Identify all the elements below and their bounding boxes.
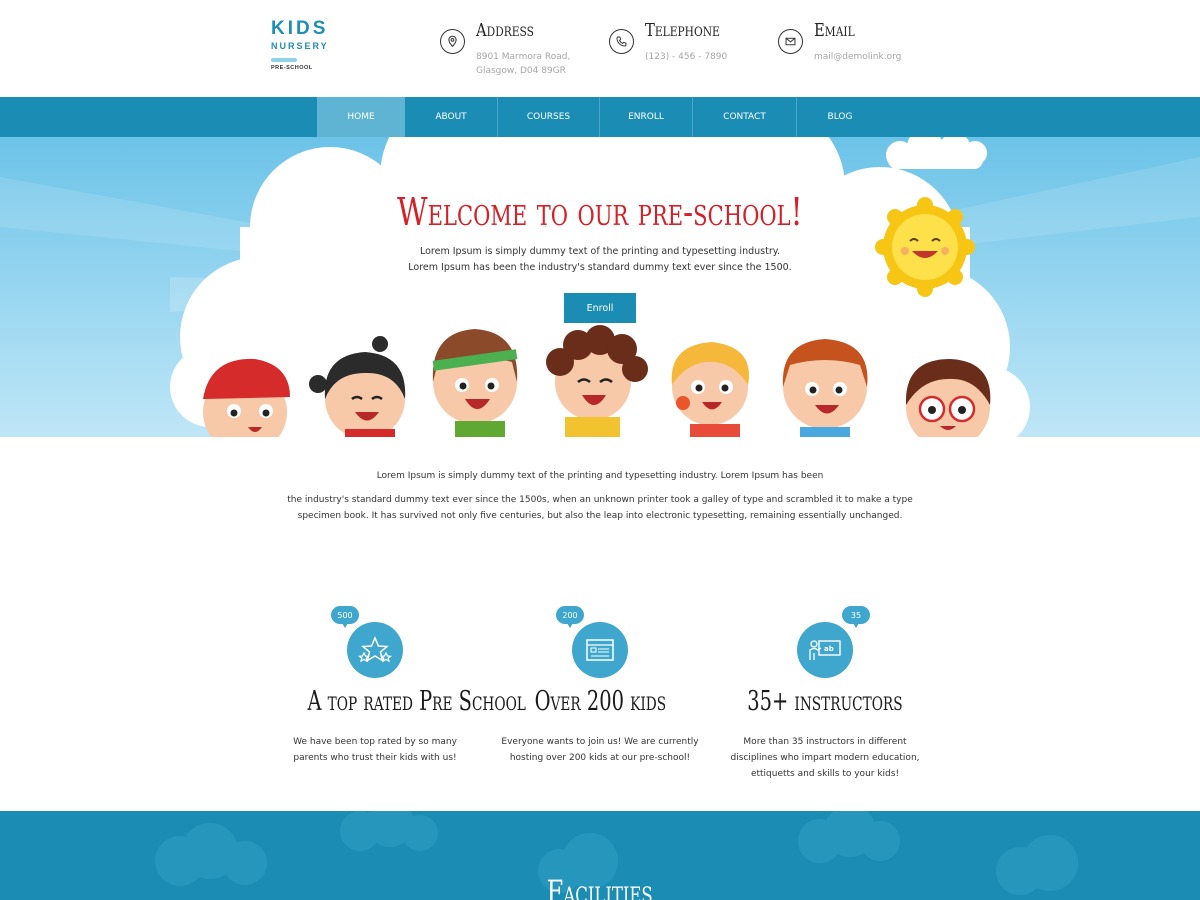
logo-nursery: NURSERY xyxy=(271,41,329,51)
intro-section: Lorem Ipsum is simply dummy text of the … xyxy=(0,468,1200,524)
logo-kids: KIDS xyxy=(271,18,329,39)
feature-count-badge: 200 xyxy=(556,606,584,628)
facilities-section: Facilities xyxy=(0,811,1200,900)
hero-title-text: Welcome to our pre-school! xyxy=(397,190,803,234)
intro-paragraph-1: Lorem Ipsum is simply dummy text of the … xyxy=(376,471,824,481)
hero-line-1: Lorem Ipsum is simply dummy text of the … xyxy=(419,246,781,257)
enroll-button[interactable]: Enroll xyxy=(564,293,636,323)
feature-title: 35+ instructors xyxy=(715,686,935,717)
facilities-title-text: Facilities xyxy=(546,873,654,900)
phone-number[interactable]: (123) - 456 - 7890 xyxy=(645,50,727,64)
feature-title: Over 200 kids xyxy=(490,686,710,717)
hero-description: Lorem Ipsum is simply dummy text of the … xyxy=(0,244,1200,276)
hero-line-2: Lorem Ipsum has been the industry's stan… xyxy=(408,262,792,273)
teacher-icon: ab xyxy=(797,622,853,678)
feature-title-text: 35+ instructors xyxy=(747,686,903,717)
logo-underline xyxy=(271,58,297,62)
contact-detail: 8901 Marmora Road, Glasgow, D04 89GR xyxy=(476,50,570,78)
contact-title: Address xyxy=(476,20,534,41)
feature-title: A top rated Pre School xyxy=(265,686,525,717)
site-header: KIDS NURSERY PRE-SCHOOL Address 8901 Mar… xyxy=(0,0,1200,97)
main-nav: HOME ABOUT COURSES ENROLL CONTACT BLOG xyxy=(0,97,1200,137)
nav-item-contact[interactable]: CONTACT xyxy=(693,97,796,137)
hero-title: Welcome to our pre-school! xyxy=(0,190,1200,234)
nav-item-home[interactable]: HOME xyxy=(317,97,405,137)
intro-paragraph-2-line-1: the industry's standard dummy text ever … xyxy=(287,495,913,505)
nav-item-courses[interactable]: COURSES xyxy=(498,97,599,137)
logo[interactable]: KIDS NURSERY PRE-SCHOOL xyxy=(271,18,329,71)
feature-description: Everyone wants to join us! We are curren… xyxy=(501,737,699,763)
email-address[interactable]: mail@demolink.org xyxy=(814,50,901,64)
stars-icon xyxy=(347,622,403,678)
nav-item-blog[interactable]: BLOG xyxy=(797,97,883,137)
nav-item-about[interactable]: ABOUT xyxy=(405,97,497,137)
contact-detail: mail@demolink.org xyxy=(814,50,901,64)
facilities-title: Facilities xyxy=(0,873,1200,900)
feature-description: We have been top rated by so many parent… xyxy=(293,737,457,763)
address-line-1: 8901 Marmora Road, xyxy=(476,52,571,62)
logo-tagline: PRE-SCHOOL xyxy=(271,65,313,71)
contact-title: Email xyxy=(814,20,855,41)
intro-paragraph-2-line-2: specimen book. It has survived not only … xyxy=(297,511,903,521)
mail-icon xyxy=(778,29,803,54)
hero-banner: Welcome to our pre-school! Lorem Ipsum i… xyxy=(0,137,1200,437)
feature-description: More than 35 instructors in different di… xyxy=(730,737,920,779)
hero-illustration xyxy=(0,137,1200,437)
feature-count-badge: 500 xyxy=(331,606,359,628)
contact-detail: (123) - 456 - 7890 xyxy=(645,50,727,64)
feature-title-text: Over 200 kids xyxy=(534,686,666,717)
contact-title: Telephone xyxy=(645,20,720,41)
svg-text:ab: ab xyxy=(824,645,834,653)
phone-icon xyxy=(609,29,634,54)
map-pin-icon xyxy=(440,29,465,54)
address-line-2: Glasgow, D04 89GR xyxy=(476,66,566,76)
feature-count-badge: 35 xyxy=(842,606,870,628)
board-icon xyxy=(572,622,628,678)
nav-item-enroll[interactable]: ENROLL xyxy=(600,97,692,137)
